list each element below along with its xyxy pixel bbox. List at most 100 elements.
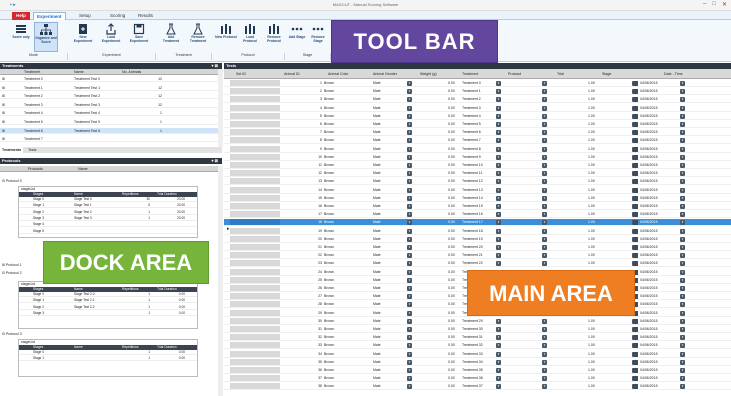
set-id-cell[interactable] (230, 145, 280, 152)
dropdown-icon[interactable]: ▾ (496, 89, 501, 95)
dropdown-icon[interactable]: ▾ (680, 138, 685, 144)
table-row[interactable]: Stage 1 Stage Test 1 5 20.00 (19, 203, 197, 209)
dropdown-icon[interactable]: ▾ (680, 261, 685, 267)
set-id-cell[interactable] (230, 285, 280, 291)
expand-icon[interactable]: ⊞ (2, 128, 5, 134)
expand-icon[interactable]: ⊞ (2, 263, 5, 267)
table-row[interactable]: 5Brown Male ▾ 0.00 Treatment 4 ▾ ▾ 1.00 ▾ 04/06/2… (224, 112, 731, 120)
dropdown-icon[interactable]: ▾ (542, 81, 547, 86)
calendar-icon[interactable] (633, 97, 638, 103)
table-row[interactable]: 3Brown Male ▾ 0.00 Treatment 2 ▾ ▾ 1.00 ▾ 04/06/2… (224, 96, 731, 104)
set-id-cell[interactable] (230, 367, 280, 373)
set-id-cell[interactable] (230, 162, 280, 168)
dropdown-icon[interactable]: ▾ (680, 163, 685, 168)
dropdown-icon[interactable]: ▾ (542, 261, 547, 267)
table-row[interactable]: 16Brown Male ▾ 0.00 Treatment 15 ▾ ▾ 1.00 ▾ 04/06… (224, 203, 731, 210)
dropdown-icon[interactable]: ▾ (407, 368, 412, 373)
set-id-cell[interactable] (230, 317, 280, 324)
table-row[interactable]: Stage 1 1 0.00 (19, 356, 197, 362)
calendar-icon[interactable] (633, 105, 638, 111)
set-id-cell[interactable] (230, 186, 280, 193)
dropdown-icon[interactable]: ▾ (496, 154, 501, 160)
dropdown-icon[interactable]: ▾ (496, 187, 501, 193)
collapse-icon[interactable]: ⊟ (2, 271, 5, 275)
dropdown-icon[interactable]: ▾ (407, 286, 412, 291)
close-button[interactable]: ✕ (722, 1, 727, 8)
set-id-cell[interactable] (230, 211, 280, 218)
dropdown-icon[interactable]: ▾ (496, 163, 501, 168)
dropdown-icon[interactable]: ▾ (496, 261, 501, 267)
dropdown-icon[interactable]: ▾ (680, 220, 685, 226)
calendar-icon[interactable] (633, 138, 638, 144)
tab-experiment[interactable]: Experiment (33, 12, 66, 20)
dropdown-icon[interactable]: ▾ (680, 187, 685, 193)
tab-scoring[interactable]: Scoring (107, 12, 128, 20)
dropdown-icon[interactable]: ▾ (407, 187, 412, 193)
dropdown-icon[interactable]: ▾ (407, 179, 412, 185)
remove-protocol-button[interactable]: Remove Protocol (263, 22, 285, 52)
table-row[interactable]: Stage 3 Stage Test 3 1 20.00 (19, 216, 197, 221)
table-row[interactable]: 14Brown Male ▾ 0.00 Treatment 13 ▾ ▾ 1.00 ▾ 04/06… (224, 186, 731, 194)
dropdown-icon[interactable]: ▾ (407, 245, 412, 250)
table-row[interactable]: 1Brown Male ▾ 0.00 Treatment 0 ▾ ▾ 1.00 ▾ 04/06/2… (224, 80, 731, 87)
dropdown-icon[interactable]: ▾ (680, 130, 685, 136)
dropdown-icon[interactable]: ▾ (407, 97, 412, 103)
dropdown-icon[interactable]: ▾ (496, 179, 501, 185)
dropdown-icon[interactable]: ▾ (542, 318, 547, 324)
dropdown-icon[interactable]: ▾ (407, 212, 412, 218)
expand-icon[interactable]: ⊞ (2, 93, 5, 99)
set-id-cell[interactable] (230, 88, 280, 95)
table-row[interactable]: 15Brown Male ▾ 0.00 Treatment 14 ▾ ▾ 1.00 ▾ 04/06… (224, 194, 731, 202)
dropdown-icon[interactable]: ▾ (680, 113, 685, 119)
set-id-cell[interactable] (230, 121, 280, 127)
dropdown-icon[interactable]: ▾ (680, 310, 685, 316)
dropdown-icon[interactable]: ▾ (542, 195, 547, 201)
table-row[interactable]: 12Brown Male ▾ 0.00 Treatment 11 ▾ ▾ 1.00 ▾ 04/06… (224, 170, 731, 178)
collapse-icon[interactable]: ⊟ (2, 179, 5, 183)
table-row[interactable]: 30Brown Male ▾ 0.00 Treatment 29 ▾ ▾ 1.00 ▾ 04/06… (224, 317, 731, 325)
dropdown-icon[interactable]: ▾ (542, 343, 547, 349)
dropdown-icon[interactable]: ▾ (407, 228, 412, 234)
dropdown-icon[interactable]: ▾ (680, 195, 685, 201)
calendar-icon[interactable] (633, 179, 638, 185)
dropdown-icon[interactable]: ▾ (680, 97, 685, 103)
dropdown-icon[interactable]: ▾ (542, 89, 547, 95)
dropdown-icon[interactable]: ▾ (680, 277, 685, 283)
tab-setup[interactable]: Setup (76, 12, 94, 20)
dropdown-icon[interactable]: ▾ (496, 81, 501, 86)
dropdown-icon[interactable]: ▾ (496, 335, 501, 341)
set-id-cell[interactable] (230, 203, 280, 209)
dropdown-icon[interactable]: ▾ (680, 228, 685, 234)
dropdown-icon[interactable]: ▾ (496, 253, 501, 259)
expand-icon[interactable]: ⊞ (2, 76, 5, 82)
set-id-cell[interactable] (230, 227, 280, 234)
dropdown-icon[interactable]: ▾ (542, 113, 547, 119)
dropdown-icon[interactable]: ▾ (680, 351, 685, 357)
dropdown-icon[interactable]: ▾ (680, 105, 685, 111)
set-id-cell[interactable] (230, 293, 280, 300)
dropdown-icon[interactable]: ▾ (407, 269, 412, 275)
dropdown-icon[interactable]: ▾ (496, 368, 501, 373)
table-row[interactable]: 36Brown Male ▾ 0.00 Treatment 35 ▾ ▾ 1.00 ▾ 04/06… (224, 367, 731, 374)
table-row[interactable]: 34Brown Male ▾ 0.00 Treatment 33 ▾ ▾ 1.00 ▾ 04/06… (224, 350, 731, 358)
dropdown-icon[interactable]: ▾ (407, 171, 412, 177)
dropdown-icon[interactable]: ▾ (407, 327, 412, 332)
dropdown-icon[interactable]: ▾ (680, 245, 685, 250)
new-experiment-button[interactable]: New Experiment (72, 22, 94, 52)
calendar-icon[interactable] (633, 245, 638, 250)
collapse-icon[interactable]: ⊟ (2, 332, 5, 336)
remove-treatment-button[interactable]: Remove Treatment (187, 22, 209, 52)
table-row[interactable]: 2Brown Male ▾ 0.00 Treatment 1 ▾ ▾ 1.00 ▾ 04/06/2… (224, 88, 731, 96)
dropdown-icon[interactable]: ▾ (680, 81, 685, 86)
dropdown-icon[interactable]: ▾ (407, 113, 412, 119)
dropdown-icon[interactable]: ▾ (407, 310, 412, 316)
dropdown-icon[interactable]: ▾ (496, 376, 501, 382)
dropdown-icon[interactable]: ▾ (496, 97, 501, 103)
dropdown-icon[interactable]: ▾ (542, 146, 547, 152)
calendar-icon[interactable] (633, 220, 638, 226)
table-row[interactable]: ⊞ Treatment 2 Treatment Test 2 12 (0, 93, 218, 100)
dropdown-icon[interactable]: ▾ (542, 122, 547, 127)
dropdown-icon[interactable]: ▾ (680, 253, 685, 259)
table-row[interactable]: 38Brown Male ▾ 0.00 Treatment 37 ▾ ▾ 1.00 ▾ 04/06… (224, 383, 731, 391)
expand-icon[interactable]: ⊞ (2, 136, 5, 142)
